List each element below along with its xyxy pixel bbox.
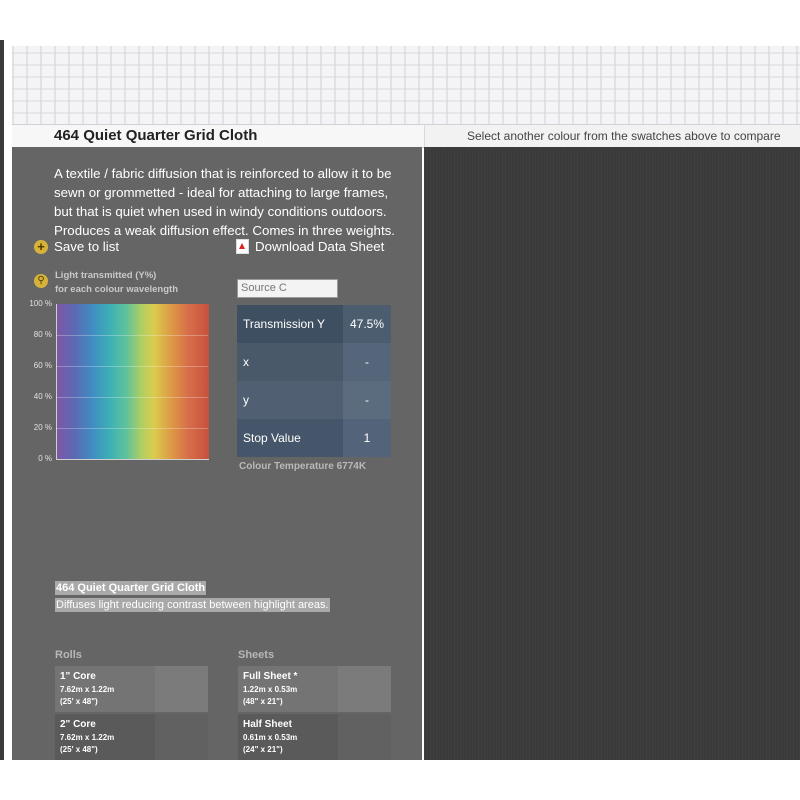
y-label: y [237, 381, 343, 419]
option-imperial: (25' x 48") [60, 697, 98, 706]
selected-product-name: 464 Quiet Quarter Grid Cloth [55, 581, 207, 595]
stop-value-value: 1 [343, 419, 391, 457]
y-tick-label: 100 % [29, 299, 52, 308]
chart-subtitle: for each colour wavelength [55, 284, 178, 295]
chart-caption: Light transmitted (Y%) for each colour w… [55, 269, 178, 297]
source-select[interactable]: Source C [237, 279, 338, 298]
window-edge [0, 40, 4, 760]
download-label: Download Data Sheet [255, 239, 385, 254]
gridline [56, 366, 208, 367]
transmission-label: Transmission Y [237, 305, 343, 343]
plus-circle-icon: + [34, 239, 48, 254]
option-side [338, 714, 391, 760]
save-label: Save to list [54, 239, 120, 254]
roll-option-1in-core[interactable]: 1" Core 7.62m x 1.22m (25' x 48") [55, 666, 208, 712]
option-name: Full Sheet * [243, 671, 298, 682]
fabric-swatch-preview [12, 46, 800, 126]
gridline [56, 428, 208, 429]
option-metric: 0.61m x 0.53m [243, 733, 298, 742]
spectrum-area [56, 304, 209, 460]
y-tick-label: 20 % [33, 423, 52, 432]
option-metric: 1.22m x 0.53m [243, 685, 298, 694]
option-metric: 7.62m x 1.22m [60, 733, 115, 742]
option-side [338, 666, 391, 712]
table-row: y - [237, 381, 391, 419]
product-title: 464 Quiet Quarter Grid Cloth [54, 127, 258, 144]
y-tick-label: 0 % [38, 454, 52, 463]
table-row: x - [237, 343, 391, 381]
sheets-heading: Sheets [238, 649, 275, 661]
save-to-list-button[interactable]: + Save to list [34, 239, 119, 254]
option-side [155, 714, 208, 760]
transmission-value: 47.5% [343, 305, 391, 343]
x-label: x [237, 343, 343, 381]
product-title-bar: 464 Quiet Quarter Grid Cloth [12, 124, 424, 148]
magnifier-icon[interactable]: ⚲ [34, 274, 48, 288]
table-row: Stop Value 1 [237, 419, 391, 457]
rolls-heading: Rolls [55, 649, 82, 661]
compare-panel[interactable] [424, 147, 800, 760]
option-name: 1" Core [60, 671, 96, 682]
pdf-icon [236, 239, 249, 254]
option-imperial: (48" x 21") [243, 697, 283, 706]
option-imperial: (25' x 48") [60, 745, 98, 754]
y-value: - [343, 381, 391, 419]
chart-title: Light transmitted (Y%) [55, 270, 157, 281]
gridline [56, 397, 208, 398]
product-description: A textile / fabric diffusion that is rei… [54, 166, 395, 238]
y-tick-label: 60 % [33, 361, 52, 370]
option-name: 2" Core [60, 719, 96, 730]
measurement-table: Transmission Y 47.5% x - y - Stop Value … [237, 305, 391, 457]
option-side [155, 666, 208, 712]
compare-bar: Select another colour from the swatches … [424, 124, 800, 148]
option-metric: 7.62m x 1.22m [60, 685, 115, 694]
option-imperial: (24" x 21") [243, 745, 283, 754]
sheet-option-full[interactable]: Full Sheet * 1.22m x 0.53m (48" x 21") [238, 666, 391, 712]
roll-option-2in-core[interactable]: 2" Core 7.62m x 1.22m (25' x 48") [55, 714, 208, 760]
option-name: Half Sheet [243, 719, 292, 730]
download-data-sheet-link[interactable]: Download Data Sheet [236, 239, 384, 254]
sheet-option-half[interactable]: Half Sheet 0.61m x 0.53m (24" x 21") [238, 714, 391, 760]
y-tick-label: 80 % [33, 330, 52, 339]
colour-temperature: Colour Temperature 6774K [239, 461, 367, 472]
gridline [56, 335, 208, 336]
selected-product-summary: Diffuses light reducing contrast between… [55, 598, 330, 612]
stop-value-label: Stop Value [237, 419, 343, 457]
product-detail-panel: A textile / fabric diffusion that is rei… [12, 147, 422, 760]
y-tick-label: 40 % [33, 392, 52, 401]
compare-hint: Select another colour from the swatches … [467, 129, 781, 143]
table-row: Transmission Y 47.5% [237, 305, 391, 343]
x-value: - [343, 343, 391, 381]
